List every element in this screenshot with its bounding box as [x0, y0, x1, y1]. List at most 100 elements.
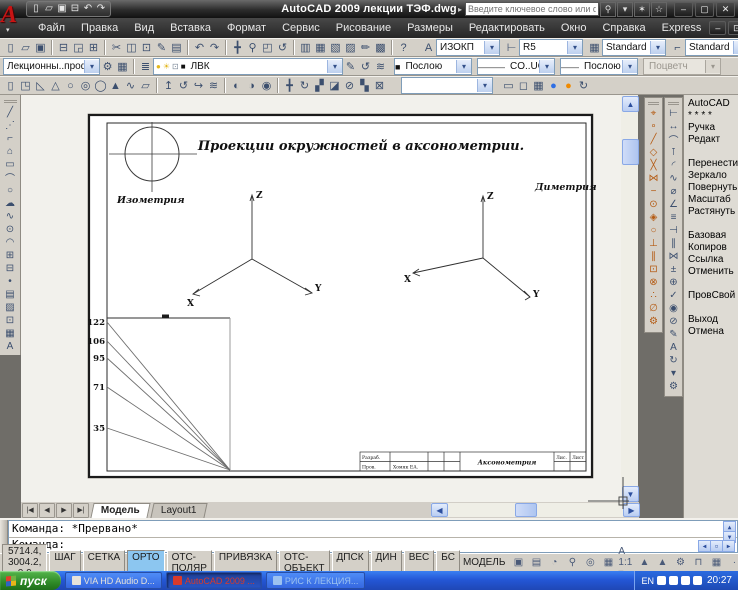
designcenter-icon[interactable]: ▦ — [313, 40, 328, 55]
cmd-right-icon[interactable]: ▶ — [722, 540, 735, 552]
language-indicator[interactable]: EN — [641, 576, 654, 586]
box-icon[interactable]: ◳ — [18, 78, 33, 93]
command-history[interactable]: Команда: *Прервано* ▲ ▼ — [9, 521, 737, 543]
publish-icon[interactable]: ⊞ — [86, 40, 101, 55]
slice-icon[interactable]: ▞ — [312, 78, 327, 93]
none-snap-icon[interactable]: ∅ — [645, 302, 662, 315]
parallel-snap-icon[interactable]: ∥ — [645, 250, 662, 263]
sheetset-manager-icon[interactable]: ▨ — [343, 40, 358, 55]
construction-line-icon[interactable]: ⋰ — [2, 119, 19, 132]
union-icon[interactable]: ◐ — [224, 78, 244, 93]
zoom-tool-icon[interactable]: ⚲ — [563, 555, 581, 571]
quick-dim-icon[interactable]: ≡ — [665, 211, 682, 224]
tangent-snap-icon[interactable]: ○ — [645, 224, 662, 237]
dim-space-icon[interactable]: ⋈ — [665, 250, 682, 263]
logo-caret-icon[interactable]: ▾ — [6, 26, 10, 34]
nearest-snap-icon[interactable]: ∴ — [645, 289, 662, 302]
screen-menu-item[interactable]: Отмена — [688, 326, 738, 338]
manage-visual-styles-icon[interactable]: ↻ — [576, 78, 591, 93]
table-icon[interactable]: ▦ — [2, 327, 19, 340]
realistic-style-icon[interactable]: ● — [546, 78, 561, 93]
quadrant-snap-icon[interactable]: ◈ — [645, 211, 662, 224]
loft-icon[interactable]: ≋ — [206, 78, 221, 93]
block-editor-icon[interactable]: ▤ — [169, 40, 184, 55]
screen-menu-item[interactable] — [688, 278, 738, 290]
last-tab-button[interactable]: ▶| — [73, 502, 89, 518]
3d-wireframe-icon[interactable]: ◻ — [516, 78, 531, 93]
doc-restore-button[interactable]: ⊡ — [728, 21, 738, 35]
layer-properties-icon[interactable]: ≣ — [133, 59, 153, 74]
polygon-icon[interactable]: ⌂ — [2, 145, 19, 158]
search-icon[interactable]: ⚲ — [600, 1, 616, 17]
conceptual-style-icon[interactable]: ● — [561, 78, 576, 93]
plot-icon[interactable]: ⊟ — [51, 40, 71, 55]
cut-icon[interactable]: ✂ — [104, 40, 124, 55]
workspace-save-icon[interactable]: ▦ — [115, 59, 130, 74]
save-icon[interactable]: ▣ — [33, 40, 48, 55]
steering-wheel-icon[interactable]: ◎ — [581, 555, 599, 571]
screen-menu-item[interactable]: Выход — [688, 314, 738, 326]
menu-item[interactable]: Вид — [126, 20, 162, 36]
quickcalc-icon[interactable]: ▩ — [373, 40, 388, 55]
planar-surface-icon[interactable]: ▱ — [138, 78, 153, 93]
redo-icon[interactable]: ↷ — [207, 40, 222, 55]
thicken-icon[interactable]: ▚ — [357, 78, 372, 93]
named-view-combo[interactable]: ▾ — [401, 77, 493, 94]
tray-hide-icon[interactable] — [656, 576, 666, 585]
pyramid-icon[interactable]: ▲ — [108, 78, 123, 93]
hatch-icon[interactable]: ▤ — [2, 288, 19, 301]
show-motion-icon[interactable]: ▦ — [599, 555, 617, 571]
cylinder-icon[interactable]: ◎ — [78, 78, 93, 93]
sweep-icon[interactable]: ↪ — [191, 78, 206, 93]
screen-menu-item[interactable]: Зеркало — [688, 170, 738, 182]
properties-icon[interactable]: ▥ — [293, 40, 313, 55]
menu-item[interactable]: Формат — [219, 20, 274, 36]
canvas-hscrollbar[interactable]: ◀ ▶ — [431, 503, 640, 517]
layer-previous-icon[interactable]: ↺ — [358, 59, 373, 74]
multiline-text-icon[interactable]: A — [2, 340, 19, 353]
dim-text-edit-icon[interactable]: A — [665, 341, 682, 354]
search-dropdown-icon[interactable]: ▾ — [617, 1, 633, 17]
scroll-down-icon[interactable]: ▼ — [622, 486, 639, 502]
start-button[interactable]: пуск — [0, 571, 61, 590]
screen-menu-item[interactable] — [688, 218, 738, 230]
autocad-logo-icon[interactable]: A — [1, 0, 23, 34]
quickview-drawings-icon[interactable]: ▤ — [527, 555, 545, 571]
prev-tab-button[interactable]: ◀ — [39, 502, 55, 518]
2d-wireframe-icon[interactable]: ▭ — [501, 78, 516, 93]
screen-menu-item[interactable]: Повернуть — [688, 182, 738, 194]
paste-icon[interactable]: ⊡ — [139, 40, 154, 55]
ellipse-icon[interactable]: ⊙ — [2, 223, 19, 236]
model-space-button[interactable]: МОДЕЛЬ — [460, 556, 508, 569]
convert-to-solid-icon[interactable]: ⊠ — [372, 78, 387, 93]
jogged-dim-icon[interactable]: ∿ — [665, 172, 682, 185]
open-icon[interactable]: ▱ — [18, 40, 33, 55]
doc-minimize-button[interactable]: – — [709, 21, 727, 35]
help-icon[interactable]: ? — [391, 40, 411, 55]
screen-menu-item[interactable]: Растянуть — [688, 206, 738, 218]
pan-icon[interactable]: ╋ — [225, 40, 245, 55]
menu-item[interactable]: Рисование — [328, 20, 399, 36]
polysolid-icon[interactable]: ▯ — [3, 78, 18, 93]
screen-menu-item[interactable]: Ручка — [688, 122, 738, 134]
insert-snap-icon[interactable]: ⊡ — [645, 263, 662, 276]
annotation-autoscale-icon[interactable]: ▲ — [653, 555, 671, 571]
workspace-settings-icon[interactable]: ⚙ — [100, 59, 115, 74]
perpendicular-snap-icon[interactable]: ⊥ — [645, 237, 662, 250]
undo-icon[interactable]: ↶ — [187, 40, 207, 55]
annotation-scale-control[interactable]: А 1:1 ▾ — [617, 546, 635, 579]
line-icon[interactable]: ╱ — [2, 106, 19, 119]
scroll-right-icon[interactable]: ▶ — [623, 503, 640, 517]
menu-item[interactable]: Файл — [30, 20, 73, 36]
toolbar-lock-icon[interactable]: ⊓ — [689, 555, 707, 571]
dim-break-icon[interactable]: ± — [665, 263, 682, 276]
zoom-window-icon[interactable]: ◰ — [260, 40, 275, 55]
plotstyle-combo[interactable]: Поцветч ▾ — [643, 58, 721, 75]
screen-menu-item[interactable]: AutoCAD — [688, 98, 738, 110]
midpoint-snap-icon[interactable]: ◇ — [645, 146, 662, 159]
arc-length-dim-icon[interactable]: ⌒ — [665, 133, 682, 147]
tool-palettes-icon[interactable]: ▧ — [328, 40, 343, 55]
extrude-icon[interactable]: ↥ — [156, 78, 176, 93]
zoom-realtime-icon[interactable]: ⚲ — [245, 40, 260, 55]
copy-icon[interactable]: ◫ — [124, 40, 139, 55]
